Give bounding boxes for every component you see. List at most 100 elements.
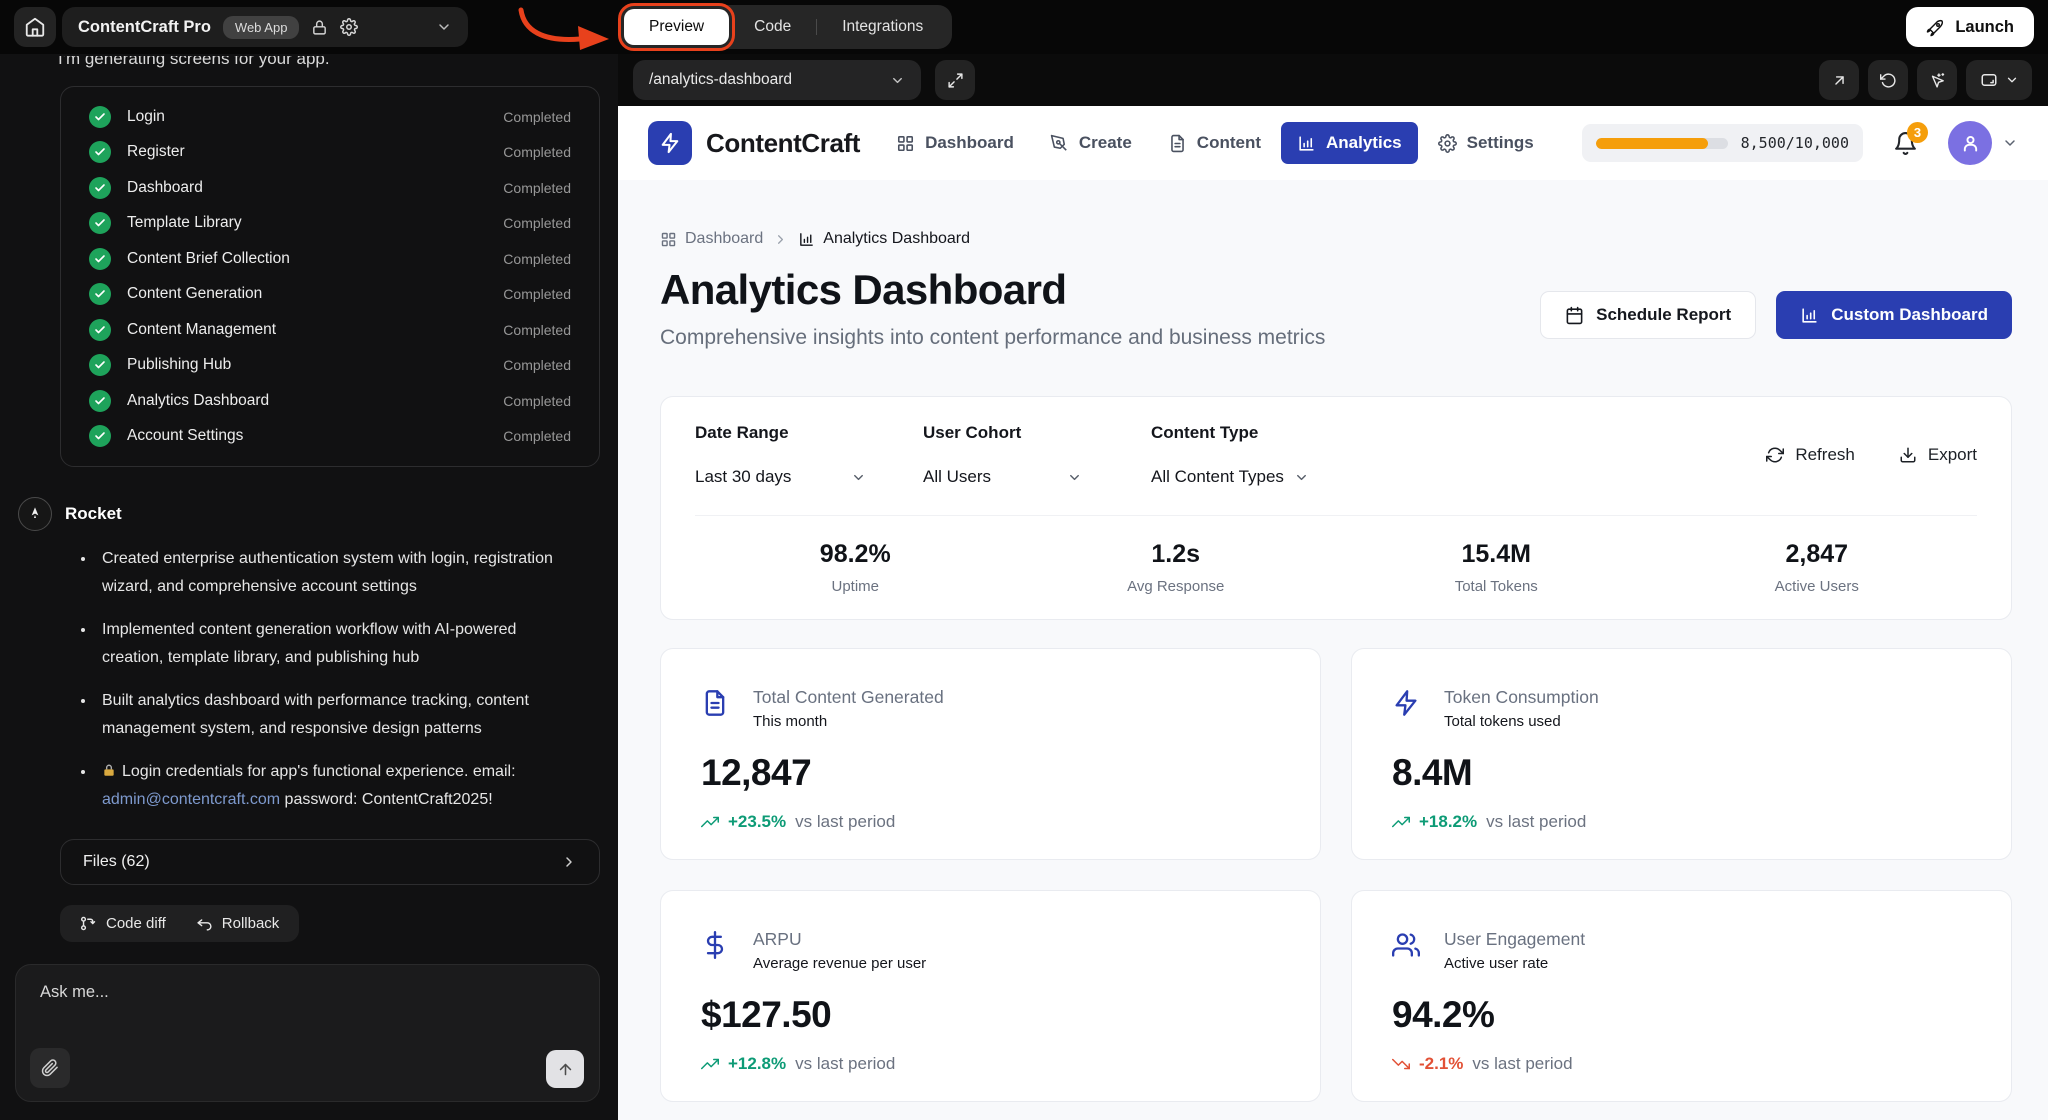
home-button[interactable] — [14, 7, 56, 47]
filter-date-range: Date Range Last 30 days — [695, 423, 923, 487]
agent-bullet-credentials: Login credentials for app's functional e… — [96, 758, 578, 814]
bar-chart-icon — [1800, 306, 1819, 325]
bar-chart-icon — [1297, 134, 1316, 153]
custom-dashboard-button[interactable]: Custom Dashboard — [1776, 291, 2012, 339]
agent-avatar — [18, 497, 52, 531]
date-range-select[interactable]: Last 30 days — [695, 467, 866, 487]
builder-sidebar: I'm generating screens for your app. Log… — [0, 54, 618, 1120]
tab-integrations[interactable]: Integrations — [817, 9, 948, 45]
code-diff-button[interactable]: Code diff — [80, 915, 166, 932]
app-logo[interactable] — [648, 121, 692, 165]
reload-button[interactable] — [1868, 60, 1908, 100]
inspect-element-button[interactable] — [1917, 60, 1957, 100]
task-status: Completed — [503, 109, 571, 125]
credentials-email-link[interactable]: admin@contentcraft.com — [102, 791, 280, 808]
page-title: Analytics Dashboard — [660, 266, 1325, 314]
task-row-login[interactable]: Login Completed — [61, 99, 599, 135]
preview-mode-tabs: Preview Code Integrations — [620, 5, 952, 49]
refresh-button[interactable]: Refresh — [1766, 445, 1855, 465]
task-row-template-library[interactable]: Template Library Completed — [61, 206, 599, 242]
lock-icon[interactable] — [311, 19, 328, 36]
card-total-content-generated: Total Content Generated This month 12,84… — [660, 648, 1321, 860]
refresh-icon — [1766, 446, 1784, 464]
project-switcher[interactable]: ContentCraft Pro Web App — [62, 7, 468, 47]
gear-icon[interactable] — [340, 18, 358, 36]
task-row-content-brief[interactable]: Content Brief Collection Completed — [61, 241, 599, 277]
bar-chart-icon — [798, 231, 815, 248]
task-status: Completed — [503, 180, 571, 196]
lock-emoji-icon — [102, 763, 116, 778]
breadcrumb-dashboard[interactable]: Dashboard — [660, 230, 763, 248]
task-row-content-generation[interactable]: Content Generation Completed — [61, 277, 599, 313]
schedule-report-button[interactable]: Schedule Report — [1540, 291, 1756, 339]
user-avatar[interactable] — [1948, 121, 1992, 165]
task-row-account-settings[interactable]: Account Settings Completed — [61, 419, 599, 455]
tab-code[interactable]: Code — [729, 9, 816, 45]
users-icon — [1392, 931, 1420, 959]
attach-button[interactable] — [30, 1048, 70, 1088]
tab-preview[interactable]: Preview — [624, 9, 729, 45]
check-icon — [89, 283, 111, 305]
task-row-analytics-dashboard[interactable]: Analytics Dashboard Completed — [61, 383, 599, 419]
check-icon — [89, 425, 111, 447]
nav-dashboard[interactable]: Dashboard — [880, 122, 1030, 164]
kpi-stats-row: 98.2% Uptime 1.2s Avg Response 15.4M Tot… — [695, 515, 1977, 595]
nav-settings[interactable]: Settings — [1422, 122, 1550, 164]
metric-value: 94.2% — [1392, 994, 1971, 1036]
chevron-down-icon[interactable] — [436, 19, 452, 35]
check-icon — [89, 177, 111, 199]
app-header: ContentCraft Dashboard Crea — [618, 106, 2048, 180]
task-row-register[interactable]: Register Completed — [61, 135, 599, 171]
brand-name: ContentCraft — [706, 128, 860, 159]
stat-total-tokens: 15.4M Total Tokens — [1336, 540, 1657, 595]
task-status: Completed — [503, 251, 571, 267]
dollar-icon — [701, 931, 729, 959]
filters-card: Date Range Last 30 days User Cohort — [660, 396, 2012, 620]
agent-name: Rocket — [65, 504, 122, 524]
stat-active-users: 2,847 Active Users — [1657, 540, 1978, 595]
chevron-down-icon — [851, 470, 866, 485]
route-selector[interactable]: /analytics-dashboard — [633, 60, 921, 100]
agent-bullet: Implemented content generation workflow … — [96, 616, 578, 672]
task-status: Completed — [503, 215, 571, 231]
check-icon — [89, 212, 111, 234]
send-button[interactable] — [546, 1050, 584, 1088]
preview-actions — [1819, 60, 2032, 100]
metric-trend: +23.5% vs last period — [701, 812, 1280, 832]
usage-progress-track — [1596, 138, 1728, 149]
metric-value: $127.50 — [701, 994, 1280, 1036]
token-usage-meter: 8,500/10,000 — [1582, 124, 1863, 162]
breadcrumb-current: Analytics Dashboard — [798, 230, 970, 248]
chat-input-placeholder: Ask me... — [40, 983, 109, 1002]
cursor-sparkle-icon — [1929, 72, 1946, 89]
chevron-down-icon — [890, 73, 905, 88]
notifications-button[interactable]: 3 — [1893, 131, 1918, 156]
rollback-button[interactable]: Rollback — [196, 915, 280, 932]
user-cohort-select[interactable]: All Users — [923, 467, 1082, 487]
chat-input[interactable]: Ask me... — [15, 964, 600, 1102]
page-content: Dashboard Analytics Dashboard — [618, 180, 2048, 1120]
export-button[interactable]: Export — [1899, 445, 1977, 465]
check-icon — [89, 319, 111, 341]
device-size-picker[interactable] — [1966, 60, 2032, 100]
project-type-badge: Web App — [223, 16, 300, 39]
nav-create[interactable]: Create — [1034, 122, 1148, 164]
chevron-down-icon[interactable] — [2002, 135, 2018, 151]
check-icon — [89, 106, 111, 128]
filter-content-type: Content Type All Content Types — [1151, 423, 1379, 487]
check-icon — [89, 390, 111, 412]
nav-content[interactable]: Content — [1152, 122, 1277, 164]
breadcrumb: Dashboard Analytics Dashboard — [660, 230, 2012, 248]
gear-icon — [1438, 134, 1457, 153]
check-icon — [89, 141, 111, 163]
nav-analytics[interactable]: Analytics — [1281, 122, 1418, 164]
card-user-engagement: User Engagement Active user rate 94.2% -… — [1351, 890, 2012, 1102]
task-row-content-management[interactable]: Content Management Completed — [61, 312, 599, 348]
launch-button[interactable]: Launch — [1906, 7, 2034, 47]
files-expander[interactable]: Files (62) — [60, 839, 600, 885]
task-row-publishing-hub[interactable]: Publishing Hub Completed — [61, 348, 599, 384]
task-row-dashboard[interactable]: Dashboard Completed — [61, 170, 599, 206]
open-external-button[interactable] — [1819, 60, 1859, 100]
fullscreen-button[interactable] — [935, 60, 975, 100]
content-type-select[interactable]: All Content Types — [1151, 467, 1309, 487]
